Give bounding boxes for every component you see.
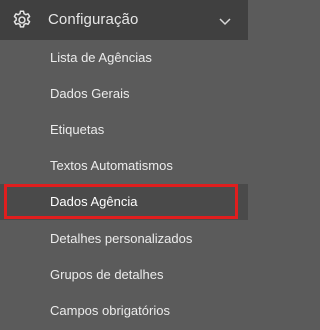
gear-icon	[11, 9, 33, 31]
menu-item-label: Grupos de detalhes	[50, 267, 164, 282]
menu-item-lista-de-agencias[interactable]: Lista de Agências	[0, 40, 248, 76]
menu-item-detalhes-personalizados[interactable]: Detalhes personalizados	[0, 221, 248, 257]
menu-item-dados-gerais[interactable]: Dados Gerais	[0, 76, 248, 112]
menu-item-label: Dados Gerais	[50, 86, 130, 101]
chevron-down-icon[interactable]	[219, 14, 231, 26]
menu-item-label: Detalhes personalizados	[50, 231, 193, 246]
menu-item-dados-agencia[interactable]: Dados Agência	[0, 184, 248, 220]
menu-item-label: Etiquetas	[50, 122, 105, 137]
menu-item-campos-obrigatorios[interactable]: Campos obrigatórios	[0, 293, 248, 329]
menu-item-label: Campos obrigatórios	[50, 303, 170, 318]
menu-item-label: Dados Agência	[50, 194, 138, 209]
menu-title: Configuração	[48, 11, 139, 28]
menu-item-etiquetas[interactable]: Etiquetas	[0, 112, 248, 148]
settings-menu: Configuração Lista de Agências Dados Ger…	[0, 0, 248, 330]
menu-item-grupos-de-detalhes[interactable]: Grupos de detalhes	[0, 257, 248, 293]
menu-item-label: Lista de Agências	[50, 50, 152, 65]
menu-header-configuracao[interactable]: Configuração	[0, 0, 248, 40]
menu-item-textos-automatismos[interactable]: Textos Automatismos	[0, 148, 248, 184]
menu-item-label: Textos Automatismos	[50, 158, 173, 173]
